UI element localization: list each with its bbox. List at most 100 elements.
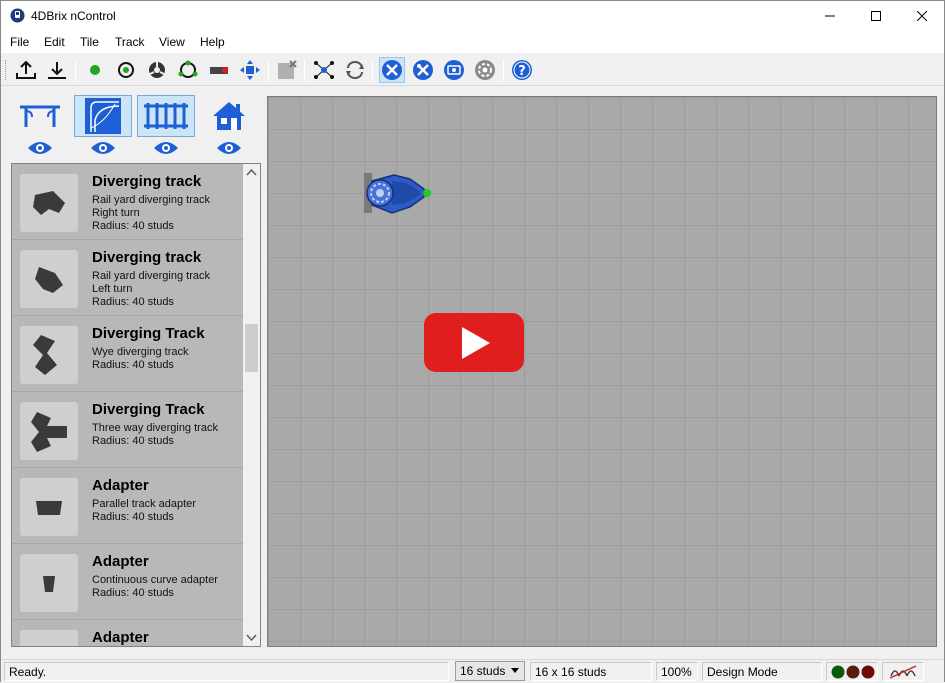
scroll-down-icon[interactable] [246,634,257,641]
network-button[interactable] [311,57,337,83]
close-icon [917,11,927,21]
tile-list-scrollbar[interactable] [243,164,260,646]
window-title: 4DBrix nControl [31,9,116,23]
tile-description: Right turn [92,207,140,219]
category-curves[interactable] [74,95,132,159]
upload-icon [16,60,36,79]
sensor-button[interactable] [113,57,139,83]
status-message: Ready. [4,662,449,681]
eye-icon[interactable] [26,139,54,157]
toolbar: ? [1,54,944,86]
category-icon-frame [11,95,69,137]
tile-library-panel: Diverging track Rail yard diverging trac… [1,87,267,659]
delete-button[interactable] [274,57,300,83]
move-icon [240,60,260,80]
tools-icon [413,60,433,80]
traffic-lights [826,662,878,681]
tile-title: Diverging track [92,173,202,190]
menu-edit[interactable]: Edit [44,35,65,49]
chevron-down-icon [511,668,519,673]
tile-description: Radius: 40 studs [92,435,174,447]
loop-button[interactable] [175,57,201,83]
tile-thumbnail [20,250,78,308]
settings-button[interactable] [472,57,498,83]
help-button[interactable]: ? [509,57,535,83]
list-item[interactable]: Adapter [12,620,243,646]
eye-icon[interactable] [152,139,180,157]
placed-switch-track-tile[interactable] [362,169,432,219]
tile-thumbnail [20,326,78,384]
tile-description: Three way diverging track [92,422,218,434]
screen-button[interactable] [441,57,467,83]
tile-description: Radius: 40 studs [92,296,174,308]
download-button[interactable] [44,57,70,83]
diverging-left-track-icon [35,267,63,293]
tile-description: Left turn [92,283,133,295]
tools-button[interactable] [410,57,436,83]
app-logo-icon [10,8,25,23]
tile-thumbnail [20,630,78,646]
tile-thumbnail [20,478,78,536]
eye-icon[interactable] [89,139,117,157]
move-button[interactable] [237,57,263,83]
switch-button[interactable] [144,57,170,83]
scrollbar-thumb[interactable] [245,324,258,372]
video-play-button[interactable] [424,313,524,372]
tile-list[interactable]: Diverging track Rail yard diverging trac… [11,163,261,647]
refresh-button[interactable] [342,57,368,83]
wye-track-icon [33,335,57,375]
green-dot-icon [90,65,100,75]
menu-help[interactable]: Help [200,35,225,49]
design-mode-button[interactable] [379,57,405,83]
straight-track-icon [144,103,188,129]
list-item[interactable]: Diverging track Rail yard diverging trac… [12,240,243,316]
category-benches[interactable] [11,95,69,159]
diverging-right-track-icon [33,191,65,215]
close-button[interactable] [899,1,945,31]
download-icon [48,62,66,79]
list-item[interactable]: Adapter Continuous curve adapter Radius:… [12,544,243,620]
category-icon-frame [200,95,258,137]
maximize-icon [871,11,881,21]
maximize-button[interactable] [853,1,899,31]
decoupler-button[interactable] [206,57,232,83]
gear-icon [475,60,495,80]
menu-tile[interactable]: Tile [80,35,99,49]
loop-icon [178,60,198,78]
list-item[interactable]: Diverging Track Three way diverging trac… [12,392,243,468]
grid-size-dropdown[interactable]: 16 studs [455,661,525,681]
list-item[interactable]: Diverging Track Wye diverging track Radi… [12,316,243,392]
scroll-up-icon[interactable] [246,169,257,176]
delete-icon [278,60,297,79]
switch-icon [149,62,165,78]
tile-description: Rail yard diverging track [92,194,210,206]
signal-button[interactable] [82,57,108,83]
eye-icon[interactable] [215,139,243,157]
minimize-button[interactable] [807,1,853,31]
tile-title: Adapter [92,477,149,494]
category-tracks[interactable] [137,95,195,159]
upload-button[interactable] [13,57,39,83]
app-window: 4DBrix nControl File Edit Tile Track Vie… [0,0,945,682]
toolbar-separator [372,59,373,81]
curve-track-icon [85,98,121,134]
three-way-track-icon [31,412,67,452]
list-item[interactable]: Adapter Parallel track adapter Radius: 4… [12,468,243,544]
help-icon: ? [512,60,532,80]
list-item[interactable]: Diverging track Rail yard diverging trac… [12,164,243,240]
tile-thumbnail [20,554,78,612]
menu-track[interactable]: Track [115,35,145,49]
category-buildings[interactable] [200,95,258,159]
tile-title: Diverging Track [92,401,205,418]
menu-file[interactable]: File [10,35,29,49]
toolbar-separator [268,59,269,81]
menu-view[interactable]: View [159,35,185,49]
track-bench-icon [20,105,60,127]
tile-thumbnail [20,174,78,232]
toolbar-separator [304,59,305,81]
connection-indicator[interactable] [882,662,924,681]
toolbar-separator [503,59,504,81]
layout-canvas[interactable] [267,96,937,647]
toolbar-grip[interactable] [5,60,8,80]
tile-description: Radius: 40 studs [92,587,174,599]
